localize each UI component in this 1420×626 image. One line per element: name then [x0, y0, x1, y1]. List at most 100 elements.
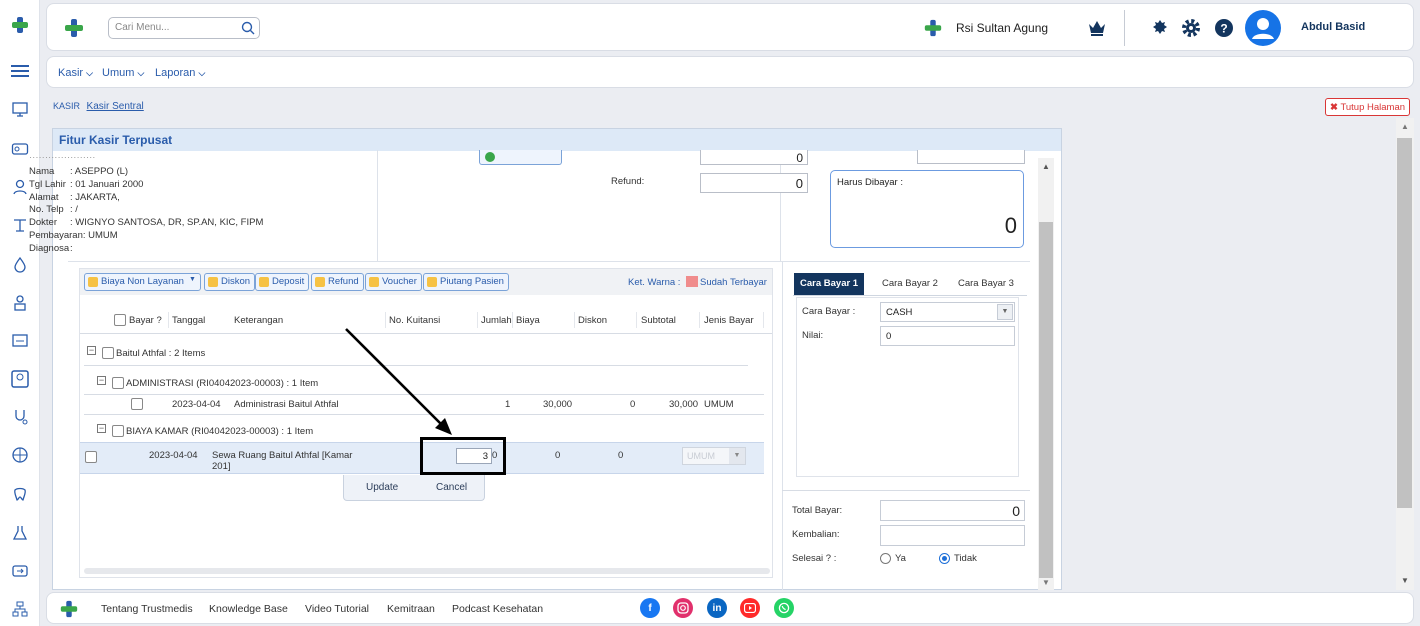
- doctor-icon[interactable]: [8, 292, 32, 314]
- collapse-group-toggle[interactable]: −: [87, 346, 96, 355]
- gear-icon[interactable]: [1180, 17, 1202, 42]
- refund-button[interactable]: Refund: [311, 273, 364, 291]
- biaya-non-layanan-button[interactable]: Biaya Non Layanan ▼: [84, 273, 201, 291]
- patient-row-doctor: Dokter: WIGNYO SANTOSA, DR, SP.AN, KIC, …: [29, 217, 264, 228]
- cancel-button[interactable]: Cancel: [436, 482, 467, 493]
- top-bar: Cari Menu... Rsi Sultan Agung ? Abdul Ba…: [46, 3, 1414, 51]
- th-subtotal: Subtotal: [641, 315, 676, 326]
- user-name: Abdul Basid: [1301, 21, 1366, 33]
- svg-text:?: ?: [1220, 22, 1227, 36]
- subgroup-label: BIAYA KAMAR (RI04042023-00003) : 1 Item: [126, 426, 314, 437]
- jenis-bayar-select[interactable]: UMUM ▼: [682, 447, 746, 465]
- top-right-field[interactable]: [917, 150, 1025, 164]
- row-checkbox[interactable]: [85, 451, 97, 463]
- refund-field[interactable]: 0: [700, 173, 808, 193]
- total-bayar-field[interactable]: 0: [880, 500, 1025, 521]
- piutang-pasien-button[interactable]: Piutang Pasien: [423, 273, 509, 291]
- scroll-down-icon[interactable]: ▼: [1042, 578, 1050, 587]
- hamburger-menu-icon[interactable]: [8, 60, 32, 82]
- patient-row-dob: Tgl Lahir: 01 Januari 2000: [29, 179, 144, 190]
- footer-link-video-tutorial[interactable]: Video Tutorial: [305, 603, 369, 615]
- globe-icon[interactable]: [8, 444, 32, 466]
- menu-bar: Kasir ⌵ Umum ⌵ Laporan ⌵: [46, 56, 1414, 88]
- patient-doc-icon[interactable]: [8, 368, 32, 390]
- crown-icon[interactable]: [1087, 19, 1107, 40]
- row-checkbox[interactable]: [131, 398, 143, 410]
- footer-link-kemitraan[interactable]: Kemitraan: [387, 603, 435, 615]
- table-hscrollbar[interactable]: [84, 568, 770, 574]
- breadcrumb-root[interactable]: KASIR: [53, 101, 80, 111]
- highlight-box: [420, 437, 506, 475]
- info-divider: [780, 150, 781, 262]
- whatsapp-icon[interactable]: [774, 598, 794, 618]
- footer-link-tentang[interactable]: Tentang Trustmedis: [101, 603, 193, 615]
- nilai-input[interactable]: 0: [880, 326, 1015, 346]
- lab-flask-icon[interactable]: [8, 522, 32, 544]
- enable-diskon-button[interactable]: [479, 150, 562, 165]
- monitor-icon[interactable]: [8, 330, 32, 352]
- page-scrollbar-thumb[interactable]: [1397, 138, 1412, 508]
- refund-label: Refund:: [611, 176, 645, 187]
- search-input[interactable]: Cari Menu...: [108, 17, 260, 39]
- collapse-subgroup-toggle[interactable]: −: [97, 424, 106, 433]
- presentation-icon[interactable]: [8, 98, 32, 120]
- trustmedis-logo-icon[interactable]: [8, 14, 32, 36]
- selesai-ya-radio[interactable]: [880, 553, 891, 564]
- group-checkbox[interactable]: [102, 347, 114, 359]
- network-icon[interactable]: [8, 598, 32, 620]
- voucher-button[interactable]: Voucher: [365, 273, 422, 291]
- update-button[interactable]: Update: [366, 482, 398, 493]
- panel-scrollbar[interactable]: ▲ ▼: [1038, 158, 1054, 590]
- breadcrumb: KASIR Kasir Sentral: [53, 101, 144, 112]
- pointer-arrow: [345, 328, 452, 435]
- footer-link-knowledge-base[interactable]: Knowledge Base: [209, 603, 288, 615]
- menu-laporan[interactable]: Laporan ⌵: [155, 67, 205, 79]
- left-rail: [0, 0, 40, 626]
- trustmedis-logo-icon[interactable]: [63, 17, 85, 42]
- top-amount-field[interactable]: 0: [700, 150, 808, 165]
- page-scrollbar[interactable]: ▲ ▼: [1396, 118, 1414, 590]
- scroll-up-icon[interactable]: ▲: [1042, 162, 1050, 171]
- transfer-icon[interactable]: [8, 560, 32, 582]
- scroll-up-icon[interactable]: ▲: [1401, 122, 1409, 131]
- th-jenis-bayar: Jenis Bayar: [704, 315, 754, 326]
- th-jumlah: Jumlah: [481, 315, 512, 326]
- search-icon[interactable]: [241, 21, 255, 35]
- hospital-logo-icon: [923, 18, 943, 41]
- cara-bayar-select[interactable]: CASH ▼: [880, 302, 1015, 322]
- footer-link-podcast[interactable]: Podcast Kesehatan: [452, 603, 543, 615]
- th-diskon: Diskon: [578, 315, 608, 326]
- panel-scrollbar-thumb[interactable]: [1039, 222, 1053, 578]
- instagram-icon[interactable]: [673, 598, 693, 618]
- close-page-button[interactable]: ✖ Tutup Halaman: [1325, 98, 1411, 116]
- menu-kasir[interactable]: Kasir ⌵: [58, 67, 93, 79]
- subgroup-checkbox[interactable]: [112, 425, 124, 437]
- tab-cara-bayar-1[interactable]: Cara Bayar 1: [794, 273, 865, 295]
- subgroup-checkbox[interactable]: [112, 377, 124, 389]
- tab-cara-bayar-3[interactable]: Cara Bayar 3: [952, 273, 1020, 295]
- youtube-icon[interactable]: [740, 598, 760, 618]
- info-divider: [377, 150, 378, 262]
- help-icon[interactable]: ?: [1213, 17, 1235, 42]
- facebook-icon[interactable]: f: [640, 598, 660, 618]
- collapse-subgroup-toggle[interactable]: −: [97, 376, 106, 385]
- tooth-icon[interactable]: [8, 484, 32, 506]
- blood-drop-icon[interactable]: [8, 254, 32, 276]
- stethoscope-icon[interactable]: [8, 406, 32, 428]
- scroll-down-icon[interactable]: ▼: [1401, 576, 1409, 585]
- select-all-checkbox[interactable]: [114, 314, 126, 326]
- th-biaya: Biaya: [516, 315, 540, 326]
- linkedin-icon[interactable]: in: [707, 598, 727, 618]
- trustmedis-logo-icon[interactable]: [59, 599, 79, 622]
- breadcrumb-current[interactable]: Kasir Sentral: [87, 101, 144, 112]
- menu-umum[interactable]: Umum ⌵: [102, 67, 144, 79]
- paid-color-swatch: [686, 276, 698, 287]
- kembalian-field[interactable]: [880, 525, 1025, 546]
- tab-cara-bayar-2[interactable]: Cara Bayar 2: [876, 273, 944, 295]
- avatar[interactable]: [1245, 10, 1281, 46]
- puzzle-icon[interactable]: [1150, 18, 1170, 41]
- selesai-tidak-radio[interactable]: [939, 553, 950, 564]
- group-label: Baitul Athfal : 2 Items: [116, 348, 206, 359]
- diskon-button[interactable]: Diskon: [204, 273, 256, 291]
- deposit-button[interactable]: Deposit: [255, 273, 310, 291]
